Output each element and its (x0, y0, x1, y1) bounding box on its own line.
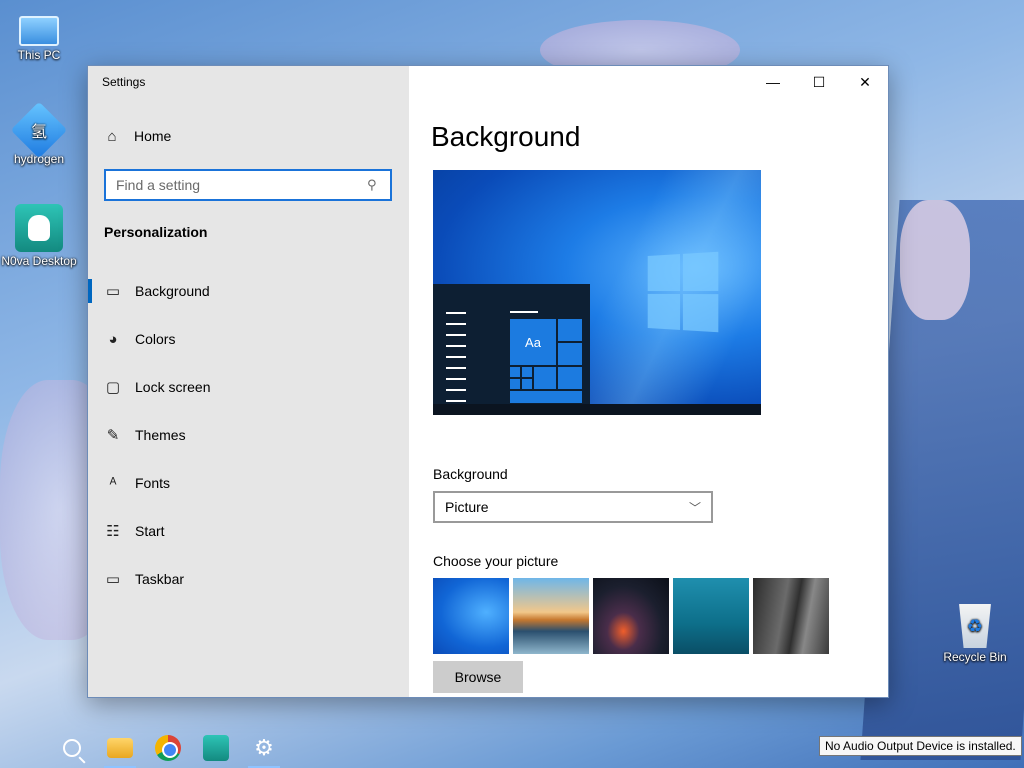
search-icon[interactable]: ⚲ (364, 177, 380, 193)
chrome-icon (155, 735, 181, 761)
nova-desktop-taskbar-button[interactable] (192, 728, 240, 768)
find-setting-search[interactable]: ⚲ (104, 169, 392, 201)
nova-desktop-icon (15, 204, 63, 252)
sidebar-item-colors[interactable]: ◕ Colors (88, 315, 409, 363)
settings-taskbar-button[interactable]: ⚙ (240, 728, 288, 768)
file-explorer-icon (107, 738, 133, 758)
sidebar-item-background[interactable]: ▭ Background (88, 267, 409, 315)
desktop-icon-label: This PC (17, 48, 61, 62)
close-button[interactable]: ✕ (842, 66, 888, 98)
home-link[interactable]: ⌂ Home (104, 127, 172, 145)
picture-thumbnail-underwater[interactable] (673, 578, 749, 654)
sidebar-item-fonts[interactable]: ᴬ Fonts (88, 459, 409, 507)
sidebar-item-start[interactable]: ☷ Start (88, 507, 409, 555)
settings-gear-icon: ⚙ (254, 735, 274, 760)
wallpaper-hand (900, 200, 970, 320)
choose-picture-label: Choose your picture (433, 553, 559, 569)
home-label: Home (134, 128, 172, 144)
picture-thumbnail-rock[interactable] (753, 578, 829, 654)
desktop-icon-label: N0va Desktop (1, 254, 77, 268)
picture-thumbnail-night-sky[interactable] (593, 578, 669, 654)
background-type-dropdown[interactable]: Picture ﹀ (433, 491, 713, 523)
browse-button[interactable]: Browse (433, 661, 523, 693)
start-icon: ☷ (106, 523, 120, 540)
sidebar-item-label: Fonts (135, 475, 171, 491)
search-icon (63, 739, 81, 757)
personalization-nav: ▭ Background ◕ Colors ▢ Lock screen ✎ Th… (88, 267, 409, 603)
start-menu-preview: Aa (433, 284, 590, 404)
nova-desktop-icon (203, 735, 229, 761)
sidebar-item-label: Start (135, 523, 165, 539)
sidebar-item-label: Lock screen (135, 379, 211, 395)
background-type-label: Background (433, 466, 508, 482)
desktop-preview: Aa (433, 170, 761, 415)
desktop-icon-nova[interactable]: N0va Desktop (0, 204, 78, 268)
file-explorer-button[interactable] (96, 728, 144, 768)
hydrogen-app-icon: 氢 (10, 101, 68, 159)
themes-icon: ✎ (106, 427, 120, 444)
taskbar-icon: ▭ (105, 571, 121, 588)
settings-content: — ☐ ✕ Background Aa Background Picture ﹀… (409, 66, 888, 697)
sidebar-item-label: Background (135, 283, 210, 299)
desktop-icon-this-pc[interactable]: This PC (0, 8, 78, 62)
sidebar-item-themes[interactable]: ✎ Themes (88, 411, 409, 459)
page-title: Background (431, 121, 581, 152)
picture-icon: ▭ (105, 283, 121, 300)
lock-screen-icon: ▢ (105, 379, 121, 396)
desktop-icon-recycle-bin[interactable]: ♻ Recycle Bin (936, 604, 1014, 664)
picture-thumbnails (433, 578, 829, 654)
minimize-button[interactable]: — (750, 66, 796, 98)
section-heading: Personalization (104, 224, 208, 240)
sidebar-item-label: Taskbar (135, 571, 185, 587)
settings-sidebar: Settings ⌂ Home ⚲ Personalization ▭ Back… (88, 66, 409, 697)
picture-thumbnail-beach[interactable] (513, 578, 589, 654)
sidebar-item-taskbar[interactable]: ▭ Taskbar (88, 555, 409, 603)
sidebar-item-label: Themes (135, 427, 186, 443)
windows-logo-icon (647, 251, 719, 333)
dropdown-value: Picture (445, 499, 489, 515)
desktop-icon-label: Recycle Bin (943, 650, 1007, 664)
audio-tooltip: No Audio Output Device is installed. (819, 736, 1022, 756)
chrome-button[interactable] (144, 728, 192, 768)
start-button[interactable] (0, 728, 48, 768)
computer-icon (19, 16, 59, 46)
window-controls: — ☐ ✕ (750, 66, 888, 98)
home-icon: ⌂ (107, 127, 117, 145)
settings-window: Settings ⌂ Home ⚲ Personalization ▭ Back… (87, 65, 889, 698)
search-button[interactable] (48, 728, 96, 768)
desktop-icon-hydrogen[interactable]: 氢 hydrogen (0, 101, 78, 166)
preview-sample-text: Aa (509, 318, 557, 366)
window-title: Settings (102, 75, 146, 89)
search-input[interactable] (116, 177, 364, 193)
fonts-icon: ᴬ (109, 474, 117, 492)
sidebar-item-label: Colors (135, 331, 176, 347)
picture-thumbnail-windows[interactable] (433, 578, 509, 654)
chevron-down-icon: ﹀ (688, 500, 701, 515)
sidebar-item-lock-screen[interactable]: ▢ Lock screen (88, 363, 409, 411)
maximize-button[interactable]: ☐ (796, 66, 842, 98)
palette-icon: ◕ (108, 330, 118, 348)
recycle-bin-icon: ♻ (959, 604, 991, 648)
